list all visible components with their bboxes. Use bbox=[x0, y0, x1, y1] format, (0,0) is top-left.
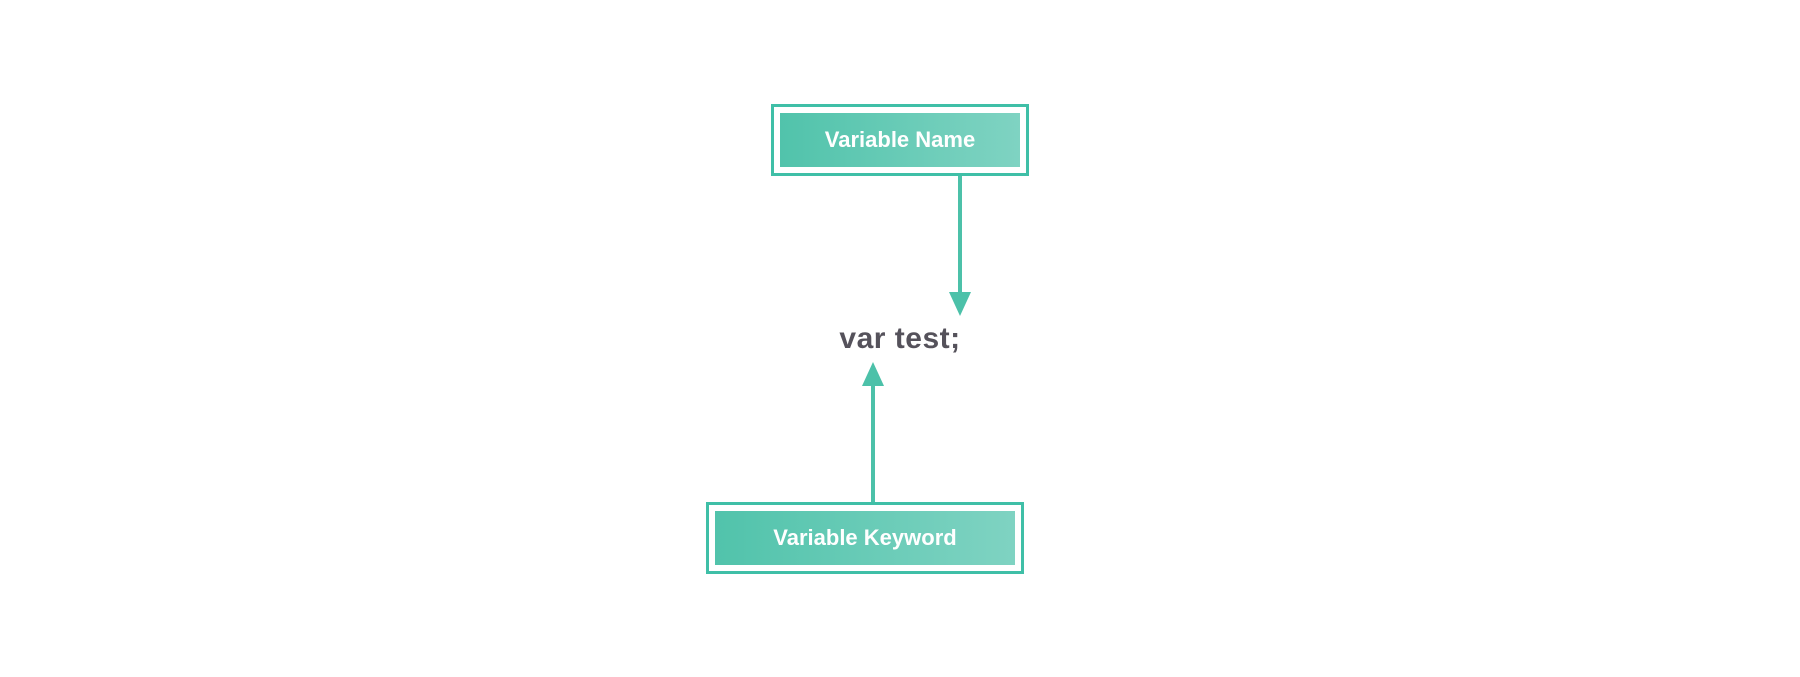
variable-keyword-label: Variable Keyword bbox=[715, 511, 1015, 565]
variable-declaration-diagram: Variable Name var test; Variable Keyword bbox=[740, 104, 1060, 574]
arrow-up-wrap bbox=[740, 362, 1060, 502]
variable-keyword-box: Variable Keyword bbox=[706, 502, 1024, 574]
code-expression: var test; bbox=[839, 322, 960, 356]
variable-name-box: Variable Name bbox=[771, 104, 1029, 176]
arrow-up-icon bbox=[858, 362, 888, 502]
arrow-down-wrap bbox=[740, 176, 1060, 316]
arrow-down-icon bbox=[945, 176, 975, 316]
variable-name-label: Variable Name bbox=[780, 113, 1020, 167]
